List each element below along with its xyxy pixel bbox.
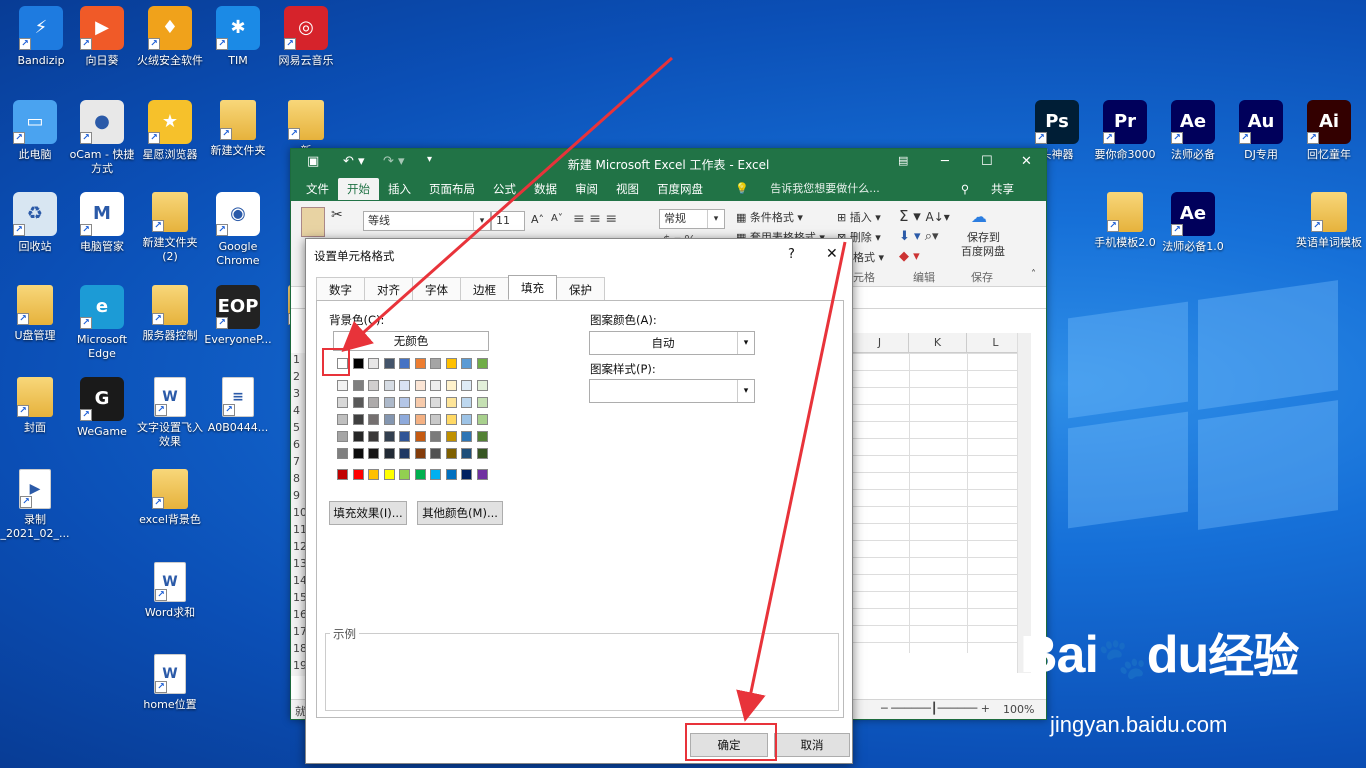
arrow-to-white-swatch	[341, 56, 673, 352]
watermark-url: jingyan.baidu.com	[1050, 712, 1228, 737]
watermark-brand2: du	[1146, 626, 1210, 684]
paw-icon: 🐾	[1097, 637, 1148, 681]
baidu-watermark-logo: Bai🐾du经验	[1020, 620, 1299, 686]
arrow-to-ok-button	[736, 241, 847, 722]
watermark-cn: 经验	[1208, 630, 1299, 682]
watermark-brand: Bai	[1020, 626, 1099, 684]
